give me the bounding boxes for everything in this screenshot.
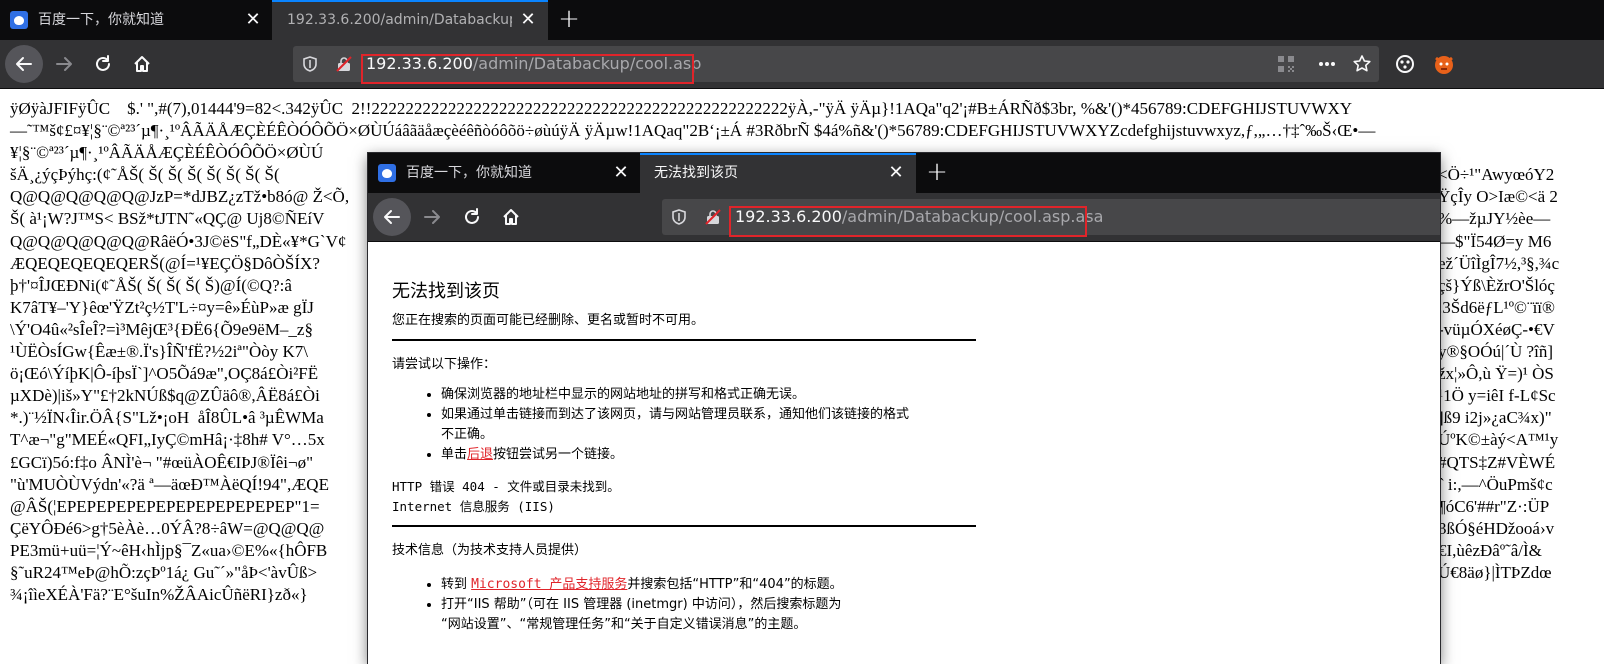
forward-arrow-icon[interactable] bbox=[48, 48, 80, 80]
home-icon[interactable] bbox=[495, 201, 527, 233]
url-highlight-box bbox=[729, 206, 1087, 237]
insecure-lock-icon[interactable] bbox=[335, 55, 353, 77]
url-highlight-box bbox=[361, 54, 694, 84]
baidu-paw-icon bbox=[378, 164, 396, 182]
list-item: 确保浏览器的地址栏中显示的网站地址的拼写和格式正确无误。 bbox=[441, 385, 976, 405]
tab-label: 无法找到该页 bbox=[654, 165, 738, 181]
toolbar: 192.33.6.200/admin/Databackup/cool.asp bbox=[0, 40, 1604, 89]
list-item: 如果通过单击链接而到达了该网页，请与网站管理员联系，通知他们该链接的格式不正确。 bbox=[441, 405, 976, 445]
browser-window-front: 百度一下，你就知道 ✕ 无法找到该页 ✕ + 192.33.6.200/admi… bbox=[368, 153, 1440, 664]
iis-service-label: Internet 信息服务 (IIS) bbox=[392, 499, 555, 514]
back-arrow-icon[interactable] bbox=[5, 45, 43, 83]
error-page: 无法找到该页 您正在搜索的页面可能已经删除、更名或暂时不可用。 请尝试以下操作：… bbox=[392, 277, 976, 635]
http-error-code: HTTP 错误 404 - 文件或目录未找到。 bbox=[392, 479, 620, 494]
tab-not-found[interactable]: 无法找到该页 ✕ bbox=[640, 153, 916, 193]
garbage-line: —˜™š¢£¤¥¦§¨©ª²³´µ¶·¸¹ºÂÃÄÅÆÇÈÉÊÒÓÔÕÖ×ØÙÚ… bbox=[10, 121, 1376, 141]
home-icon[interactable] bbox=[126, 48, 158, 80]
divider bbox=[392, 525, 976, 527]
extension-icon[interactable] bbox=[1389, 48, 1421, 80]
try-heading: 请尝试以下操作： bbox=[392, 357, 497, 372]
forward-arrow-icon[interactable] bbox=[416, 201, 448, 233]
list-item: 打开“IIS 帮助”（可在 IIS 管理器 (inetmgr) 中访问），然后搜… bbox=[441, 595, 976, 635]
tab-label: 百度一下，你就知道 bbox=[406, 165, 532, 181]
toolbar: 192.33.6.200/admin/Databackup/cool.asp.a… bbox=[368, 193, 1440, 242]
plus-icon[interactable]: + bbox=[921, 153, 953, 193]
divider bbox=[392, 339, 976, 341]
list-item: 转到 Microsoft 产品支持服务并搜索包括“HTTP”和“404”的标题。 bbox=[441, 575, 976, 595]
tech-list: 转到 Microsoft 产品支持服务并搜索包括“HTTP”和“404”的标题。… bbox=[392, 575, 976, 635]
tab-databackup[interactable]: 192.33.6.200/admin/Databackup/cc ✕ bbox=[272, 0, 548, 40]
close-icon[interactable]: ✕ bbox=[611, 153, 631, 193]
tab-baidu[interactable]: 百度一下，你就知道 ✕ bbox=[368, 153, 640, 193]
plus-icon[interactable]: + bbox=[553, 0, 585, 40]
close-icon[interactable]: ✕ bbox=[886, 153, 906, 193]
tab-label: 百度一下，你就知道 bbox=[38, 12, 164, 28]
tech-heading: 技术信息（为技术支持人员提供） bbox=[392, 543, 588, 558]
page-content: 无法找到该页 您正在搜索的页面可能已经删除、更名或暂时不可用。 请尝试以下操作：… bbox=[368, 243, 1440, 664]
baidu-paw-icon bbox=[10, 11, 28, 29]
tab-baidu[interactable]: 百度一下，你就知道 ✕ bbox=[0, 0, 272, 40]
garbage-line: ÿØÿàJFIFÿÛC $.' ",#(7),01444'9=82<.342ÿÛ… bbox=[10, 99, 1352, 118]
bookmark-star-icon[interactable] bbox=[1346, 48, 1378, 80]
ms-support-link[interactable]: Microsoft 产品支持服务 bbox=[471, 577, 627, 592]
tab-strip: 百度一下，你就知道 ✕ 192.33.6.200/admin/Databacku… bbox=[0, 0, 1604, 40]
reload-icon[interactable] bbox=[456, 201, 488, 233]
error-subtitle: 您正在搜索的页面可能已经删除、更名或暂时不可用。 bbox=[392, 313, 705, 328]
back-link[interactable]: 后退 bbox=[467, 447, 493, 462]
qr-code-icon[interactable] bbox=[1277, 55, 1295, 77]
suggestion-list: 确保浏览器的地址栏中显示的网站地址的拼写和格式正确无误。 如果通过单击链接而到达… bbox=[392, 385, 976, 465]
shield-icon[interactable] bbox=[670, 208, 688, 230]
list-item: 单击后退按钮尝试另一个链接。 bbox=[441, 445, 976, 465]
insecure-lock-icon[interactable] bbox=[704, 208, 722, 230]
tab-label: 192.33.6.200/admin/Databackup/cc bbox=[287, 12, 512, 28]
more-dots-icon[interactable] bbox=[1311, 48, 1343, 80]
reload-icon[interactable] bbox=[87, 48, 119, 80]
tab-strip: 百度一下，你就知道 ✕ 无法找到该页 ✕ + bbox=[368, 153, 1440, 193]
back-arrow-icon[interactable] bbox=[373, 198, 411, 236]
error-title: 无法找到该页 bbox=[392, 281, 500, 302]
shield-icon[interactable] bbox=[301, 55, 319, 77]
fox-addon-icon[interactable] bbox=[1428, 48, 1460, 80]
close-icon[interactable]: ✕ bbox=[243, 0, 263, 40]
close-icon[interactable]: ✕ bbox=[518, 0, 538, 40]
